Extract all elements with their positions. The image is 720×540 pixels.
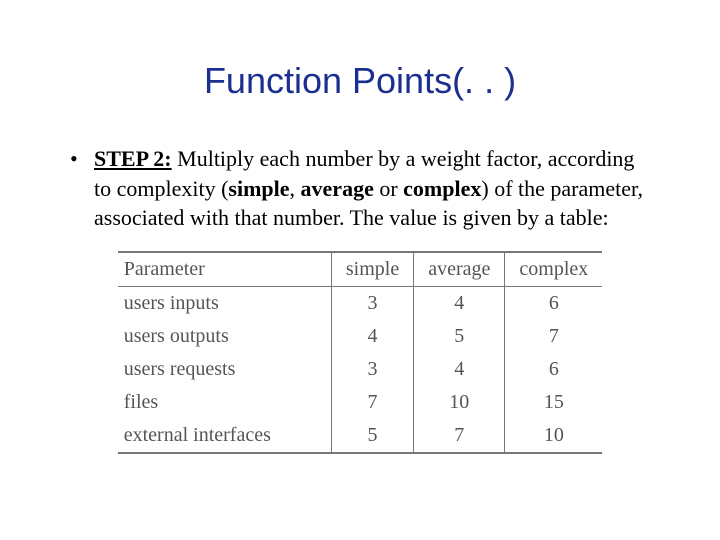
cell-value: 3 [331,353,413,386]
page-title: Function Points(. . ) [40,60,680,102]
cell-label: external interfaces [118,419,332,453]
weights-table: Parameter simple average complex users i… [118,251,603,454]
cell-value: 5 [414,320,505,353]
keyword-average: average [301,176,374,201]
col-parameter: Parameter [118,252,332,287]
cell-value: 4 [414,353,505,386]
cell-value: 4 [331,320,413,353]
col-complex: complex [505,252,602,287]
table-container: Parameter simple average complex users i… [40,251,680,454]
col-simple: simple [331,252,413,287]
cell-label: files [118,386,332,419]
col-average: average [414,252,505,287]
table-row: users inputs 3 4 6 [118,287,603,321]
keyword-simple: simple [228,176,289,201]
cell-label: users requests [118,353,332,386]
cell-value: 6 [505,353,602,386]
cell-value: 7 [331,386,413,419]
cell-value: 7 [505,320,602,353]
table-row: files 7 10 15 [118,386,603,419]
cell-value: 7 [414,419,505,453]
cell-value: 15 [505,386,602,419]
cell-label: users inputs [118,287,332,321]
slide: Function Points(. . ) • STEP 2: Multiply… [0,0,720,540]
step-label: STEP 2: [94,146,172,171]
cell-value: 3 [331,287,413,321]
keyword-complex: complex [403,176,481,201]
cell-value: 4 [414,287,505,321]
cell-value: 6 [505,287,602,321]
table-row: users requests 3 4 6 [118,353,603,386]
cell-value: 10 [505,419,602,453]
bullet-dot-icon: • [70,144,94,174]
cell-value: 5 [331,419,413,453]
sep-1: , [290,176,301,201]
table-row: users outputs 4 5 7 [118,320,603,353]
table-header-row: Parameter simple average complex [118,252,603,287]
bullet-text: STEP 2: Multiply each number by a weight… [94,144,650,233]
table-row: external interfaces 5 7 10 [118,419,603,453]
sep-2: or [374,176,403,201]
cell-value: 10 [414,386,505,419]
cell-label: users outputs [118,320,332,353]
bullet-item: • STEP 2: Multiply each number by a weig… [40,144,680,233]
